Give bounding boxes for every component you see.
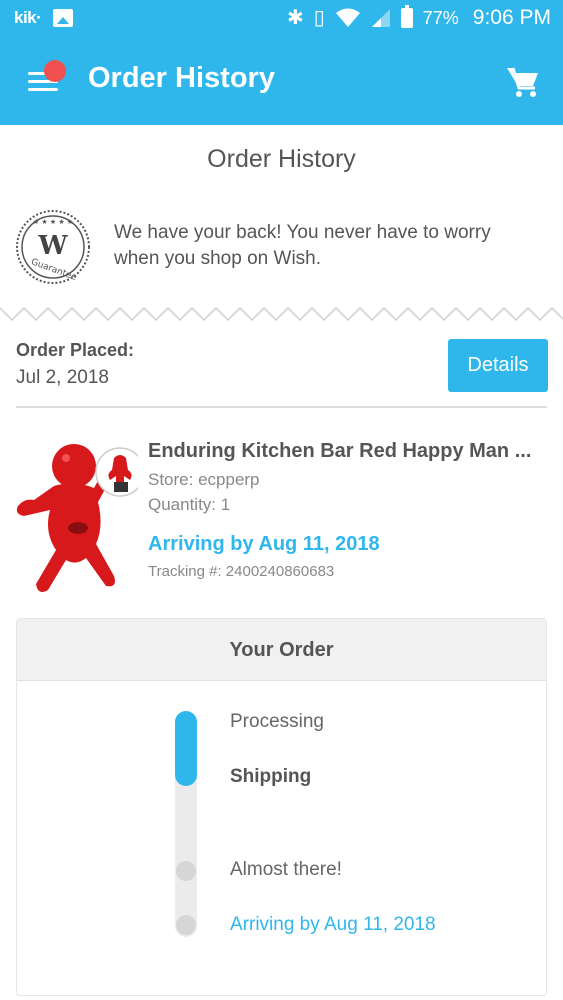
- tracking-number: Tracking #: 2400240860683: [148, 563, 335, 580]
- guarantee-badge-icon: ★ ★ ★ ★ ★ W Guarantee: [16, 210, 90, 284]
- status-bar-right: ✱ ▯ 77% 9:06 PM: [286, 5, 551, 30]
- product-image[interactable]: [14, 436, 138, 598]
- progress-dot-arriving: [176, 915, 196, 935]
- signal-icon: [371, 9, 390, 27]
- order-placed-date: Jul 2, 2018: [16, 367, 109, 388]
- bluetooth-icon: ✱: [286, 7, 304, 29]
- step-processing: Processing: [230, 711, 324, 732]
- step-arriving: Arriving by Aug 11, 2018: [230, 914, 436, 935]
- notification-badge: [44, 60, 66, 82]
- product-arrival-date: Arriving by Aug 11, 2018: [148, 533, 380, 555]
- vibrate-icon: ▯: [313, 7, 325, 29]
- wifi-icon: [335, 8, 360, 27]
- app-bar-title: Order History: [88, 62, 275, 94]
- step-shipping: Shipping: [230, 766, 312, 787]
- your-order-title: Your Order: [17, 619, 546, 681]
- clock-time: 9:06 PM: [472, 6, 551, 29]
- progress-fill: [175, 711, 197, 786]
- your-order-card: Your Order Processing Shipping Almost th…: [16, 618, 547, 996]
- guarantee-message: We have your back! You never have to wor…: [114, 222, 491, 269]
- svg-text:★ ★ ★ ★ ★: ★ ★ ★ ★ ★: [33, 218, 73, 226]
- order-placed-label: Order Placed:: [16, 340, 135, 360]
- page-title: Order History: [207, 145, 356, 173]
- product-name[interactable]: Enduring Kitchen Bar Red Happy Man ...: [148, 440, 548, 463]
- app-bar: Order History: [0, 38, 563, 125]
- progress-dot-almost-there: [176, 861, 196, 881]
- status-bar-left: kik·: [14, 8, 74, 28]
- svg-text:W: W: [37, 231, 68, 261]
- battery-icon: [400, 5, 413, 28]
- status-bar: kik· ✱ ▯ 77% 9:06 PM: [0, 0, 563, 38]
- kik-notification-icon: kik·: [14, 8, 42, 27]
- details-button[interactable]: Details: [448, 339, 548, 392]
- image-icon: [53, 9, 74, 27]
- zigzag-divider: [0, 306, 563, 322]
- cart-icon[interactable]: [505, 64, 541, 100]
- product-quantity: Quantity: 1: [148, 495, 231, 514]
- step-almost-there: Almost there!: [230, 859, 342, 880]
- product-store: Store: ecpperp: [148, 470, 260, 489]
- battery-percent: 77%: [422, 7, 459, 28]
- section-divider: [16, 406, 547, 408]
